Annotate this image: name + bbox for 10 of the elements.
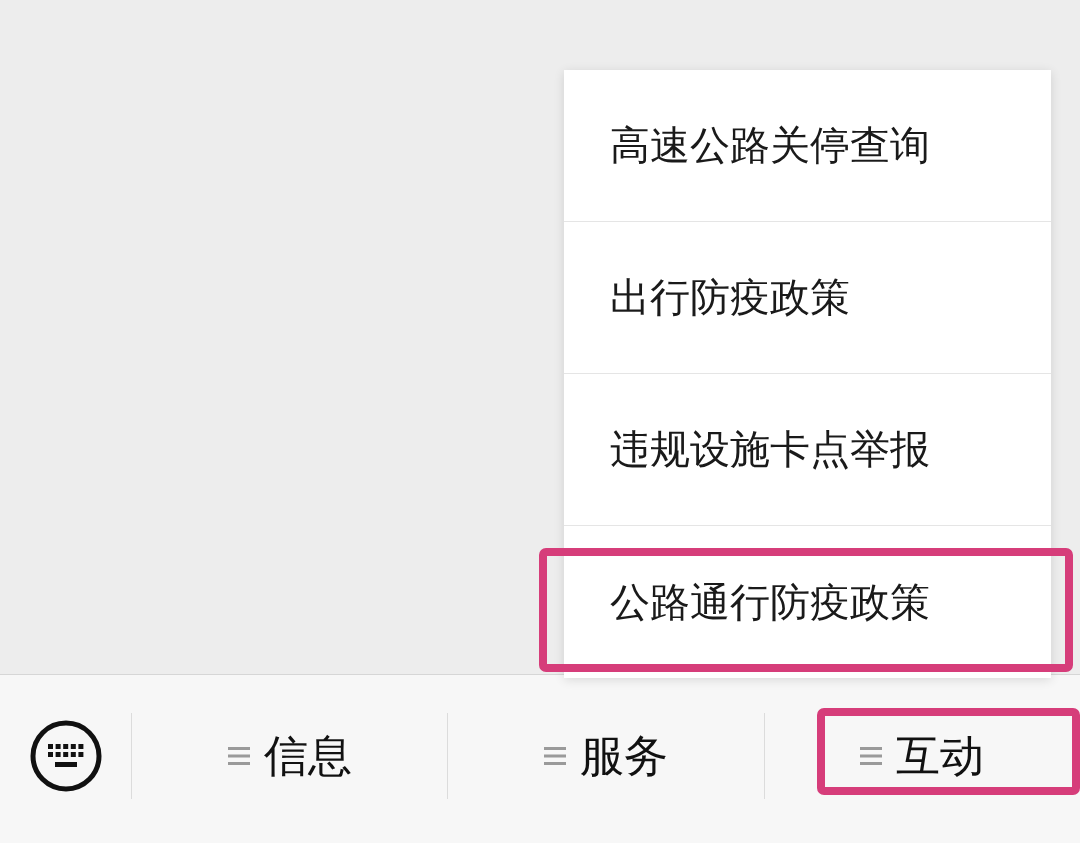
menu-item[interactable]: 违规设施卡点举报 [564,374,1051,526]
menu-tab[interactable]: 信息 [132,726,448,786]
menu-tab[interactable]: 服务 [448,726,764,786]
menu-item[interactable]: 高速公路关停查询 [564,70,1051,222]
menu-icon [544,746,566,766]
menu-item[interactable]: 出行防疫政策 [564,222,1051,374]
keyboard-icon[interactable] [28,719,103,793]
menu-icon [227,746,250,766]
menu-icon [860,746,883,766]
menu-item[interactable]: 公路通行防疫政策 [564,526,1051,678]
